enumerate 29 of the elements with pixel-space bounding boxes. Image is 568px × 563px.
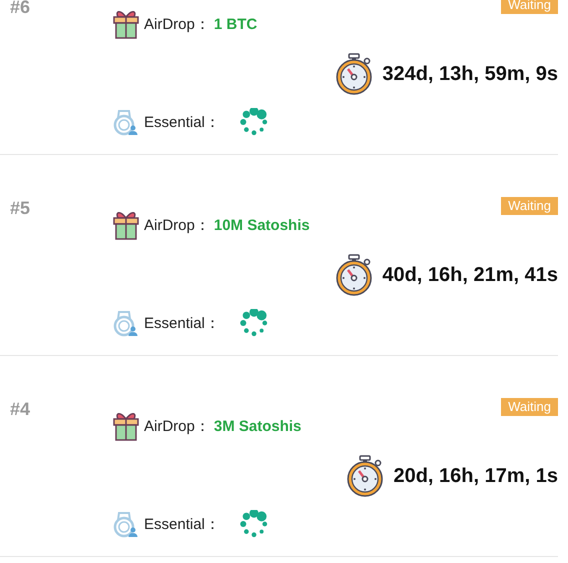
item-number: #6 <box>10 0 30 17</box>
airdrop-amount: 3M Satoshis <box>214 418 302 434</box>
essential-label: Essential： <box>144 514 220 534</box>
airdrop-label: AirDrop： <box>144 416 210 436</box>
status-badge: Waiting <box>501 197 558 215</box>
airdrop-label: AirDrop： <box>144 216 210 234</box>
item-number: #5 <box>10 198 30 218</box>
stopwatch-icon <box>334 53 374 95</box>
essential-label: Essential： <box>144 314 220 332</box>
gift-icon <box>112 210 140 240</box>
status-badge: Waiting <box>501 398 558 416</box>
badge-user-icon <box>112 309 138 337</box>
gift-icon <box>112 9 140 39</box>
countdown-timer: 40d, 16h, 21m, 41s <box>382 264 558 286</box>
airdrop-amount: 1 BTC <box>214 16 258 32</box>
countdown-timer: 20d, 16h, 17m, 1s <box>393 464 558 488</box>
badge-user-icon <box>112 510 138 538</box>
item-number: #4 <box>10 399 30 419</box>
badge-user-icon <box>112 108 138 136</box>
airdrop-label: AirDrop： <box>144 14 210 34</box>
stopwatch-icon <box>345 455 386 497</box>
loading-spinner-icon <box>240 510 268 538</box>
gift-icon <box>112 411 140 441</box>
airdrop-amount: 10M Satoshis <box>214 216 310 234</box>
loading-spinner-icon <box>240 309 268 337</box>
stopwatch-icon <box>334 254 374 296</box>
loading-spinner-icon <box>240 108 268 136</box>
countdown-timer: 324d, 13h, 59m, 9s <box>382 62 558 86</box>
essential-label: Essential： <box>144 112 220 132</box>
